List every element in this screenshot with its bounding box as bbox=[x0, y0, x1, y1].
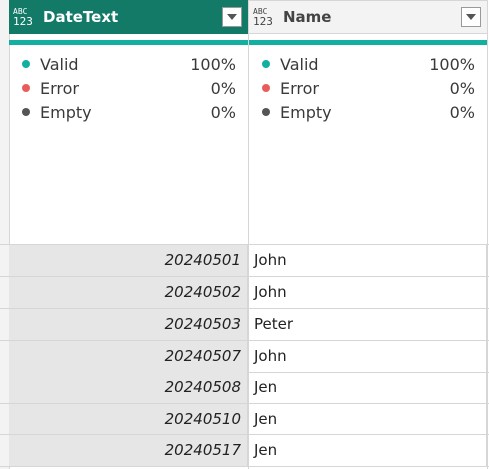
valid-dot-icon bbox=[262, 60, 270, 68]
type-any-icon[interactable]: ABC 123 bbox=[253, 7, 279, 27]
column-title: DateText bbox=[43, 8, 119, 26]
quality-bar bbox=[249, 40, 487, 45]
quality-empty: Empty 0% bbox=[9, 100, 248, 124]
valid-dot-icon bbox=[22, 60, 30, 68]
column-header-datetext[interactable]: ABC 123 DateText bbox=[9, 0, 248, 34]
table-row[interactable]: 20240508 Jen bbox=[0, 372, 489, 403]
quality-error: Error 0% bbox=[249, 76, 487, 100]
datetext-cell[interactable]: 20240503 bbox=[9, 309, 248, 340]
datetext-cell[interactable]: 20240502 bbox=[9, 277, 248, 308]
filter-dropdown-button[interactable] bbox=[461, 7, 481, 27]
table-row[interactable]: 20240503 Peter bbox=[0, 309, 489, 340]
quality-bar bbox=[9, 40, 248, 45]
column-title: Name bbox=[283, 8, 332, 26]
quality-empty: Empty 0% bbox=[249, 100, 487, 124]
column-quality-panel: Valid 100% Error 0% Empty 0% bbox=[9, 52, 248, 124]
error-dot-icon bbox=[262, 84, 270, 92]
row-divider bbox=[0, 466, 489, 467]
quality-valid: Valid 100% bbox=[249, 52, 487, 76]
table-row[interactable]: 20240501 John bbox=[0, 245, 489, 276]
filter-dropdown-button[interactable] bbox=[222, 7, 242, 27]
datetext-cell[interactable]: 20240508 bbox=[9, 372, 248, 403]
table-row[interactable]: 20240507 John bbox=[0, 341, 489, 372]
datetext-cell[interactable]: 20240507 bbox=[9, 341, 248, 372]
chevron-down-icon bbox=[227, 14, 237, 20]
table-row[interactable]: 20240517 Jen bbox=[0, 435, 489, 466]
datetext-cell[interactable]: 20240501 bbox=[9, 245, 248, 276]
column-header-name[interactable]: ABC 123 Name bbox=[249, 0, 487, 34]
name-cell[interactable]: Jen bbox=[249, 372, 487, 403]
name-cell[interactable]: Peter bbox=[249, 309, 487, 340]
quality-valid: Valid 100% bbox=[9, 52, 248, 76]
error-dot-icon bbox=[22, 84, 30, 92]
table-row[interactable]: 20240510 Jen bbox=[0, 404, 489, 435]
datetext-cell[interactable]: 20240510 bbox=[9, 404, 248, 435]
name-cell[interactable]: Jen bbox=[249, 435, 487, 466]
quality-error: Error 0% bbox=[9, 76, 248, 100]
name-cell[interactable]: John bbox=[249, 245, 487, 276]
name-cell[interactable]: Jen bbox=[249, 404, 487, 435]
column-quality-panel: Valid 100% Error 0% Empty 0% bbox=[249, 52, 487, 124]
type-any-icon[interactable]: ABC 123 bbox=[13, 7, 39, 27]
chevron-down-icon bbox=[466, 14, 476, 20]
name-cell[interactable]: John bbox=[249, 277, 487, 308]
empty-dot-icon bbox=[22, 108, 30, 116]
empty-dot-icon bbox=[262, 108, 270, 116]
name-cell[interactable]: John bbox=[249, 341, 487, 372]
table-row[interactable]: 20240502 John bbox=[0, 277, 489, 308]
data-grid: ABC 123 DateText Valid 100% Error 0% Emp… bbox=[0, 0, 489, 469]
datetext-cell[interactable]: 20240517 bbox=[9, 435, 248, 466]
